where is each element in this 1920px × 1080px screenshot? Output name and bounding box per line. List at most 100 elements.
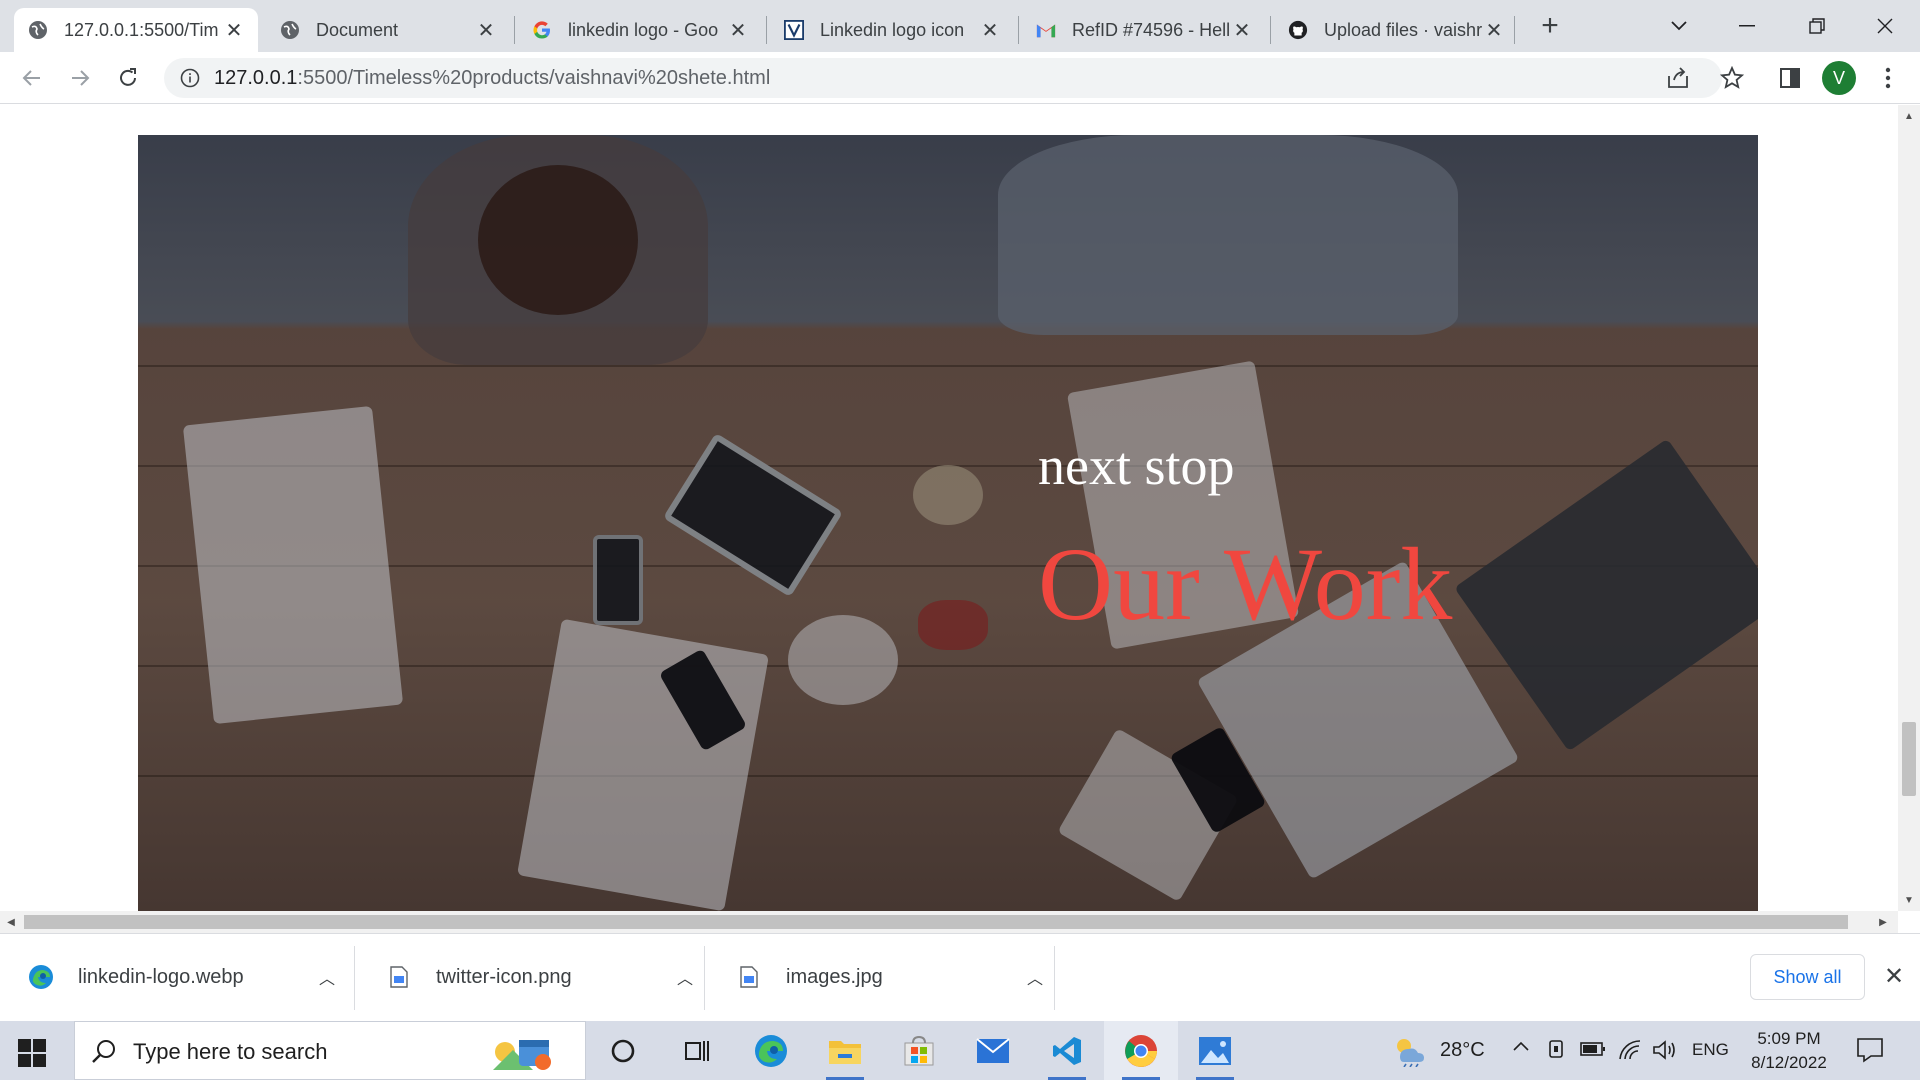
scroll-up-arrow-icon[interactable]: ▲	[1898, 105, 1920, 127]
taskbar-search-box[interactable]: Type here to search	[74, 1021, 586, 1080]
download-separator	[354, 946, 355, 1010]
weather-temperature[interactable]: 28°C	[1440, 1039, 1485, 1062]
close-icon[interactable]: ✕	[224, 20, 244, 42]
close-icon[interactable]: ✕	[1484, 20, 1504, 42]
close-icon[interactable]: ✕	[1232, 20, 1252, 42]
phone-shape	[593, 535, 643, 625]
chevron-up-icon[interactable]: ︿	[314, 965, 340, 989]
horizontal-scrollbar[interactable]: ◀ ▶	[0, 911, 1898, 933]
document-paper-shape	[182, 405, 404, 725]
back-button[interactable]	[14, 60, 50, 96]
side-panel-icon[interactable]	[1774, 62, 1806, 94]
tab-separator	[1514, 16, 1515, 44]
new-tab-button[interactable]: +	[1530, 9, 1570, 42]
scroll-right-arrow-icon[interactable]: ▶	[1872, 911, 1894, 933]
globe-icon	[28, 20, 48, 40]
download-item[interactable]: linkedin-logo.webp ︿	[0, 944, 340, 1010]
microsoft-store-icon[interactable]	[882, 1021, 956, 1080]
file-explorer-icon[interactable]	[808, 1021, 882, 1080]
tab-gmail[interactable]: RefID #74596 - Hell ✕	[1022, 8, 1266, 52]
menu-kebab-icon[interactable]	[1872, 62, 1904, 94]
horizontal-scroll-thumb[interactable]	[24, 915, 1848, 929]
hero-title: Our Work	[1038, 527, 1453, 642]
search-highlight-calendar-icon	[489, 1030, 559, 1079]
clock-time: 5:09 PM	[1757, 1029, 1821, 1048]
show-hidden-icons-chevron-up-icon[interactable]	[1512, 1039, 1530, 1058]
vscode-icon[interactable]	[1030, 1021, 1104, 1080]
bookmark-star-icon[interactable]	[1716, 62, 1748, 94]
gmail-icon	[1036, 20, 1056, 40]
tab-document[interactable]: Document ✕	[266, 8, 510, 52]
vertical-scrollbar[interactable]: ▲ ▼	[1898, 105, 1920, 911]
coffee-cup-shape	[913, 465, 983, 525]
address-bar[interactable]: 127.0.0.1:5500/Timeless%20products/vaish…	[164, 58, 1722, 98]
download-filename: twitter-icon.png	[436, 965, 572, 988]
tab-separator	[766, 16, 767, 44]
tab-title: 127.0.0.1:5500/Tim	[64, 19, 219, 40]
browser-toolbar: 127.0.0.1:5500/Timeless%20products/vaish…	[0, 52, 1920, 104]
tab-title: linkedin logo - Goo	[568, 19, 719, 40]
google-g-icon	[532, 20, 552, 40]
github-icon	[1288, 20, 1308, 40]
battery-icon[interactable]	[1580, 1041, 1606, 1062]
document-paper-shape	[517, 618, 769, 911]
minimize-button[interactable]	[1712, 0, 1782, 52]
edge-file-icon	[28, 964, 54, 990]
clock-date: 8/12/2022	[1751, 1053, 1827, 1072]
edge-browser-icon[interactable]	[734, 1021, 808, 1080]
download-separator	[704, 946, 705, 1010]
close-window-button[interactable]	[1850, 0, 1920, 52]
tab-google-search[interactable]: linkedin logo - Goo ✕	[518, 8, 762, 52]
photos-icon[interactable]	[1178, 1021, 1252, 1080]
forward-button[interactable]	[62, 60, 98, 96]
download-shelf: linkedin-logo.webp ︿ twitter-icon.png ︿ …	[0, 933, 1920, 1021]
profile-avatar[interactable]: V	[1822, 61, 1856, 95]
tab-title: Document	[316, 19, 399, 40]
input-language[interactable]: ENG	[1692, 1040, 1729, 1060]
site-info-icon[interactable]	[180, 68, 200, 93]
laptop-shape	[1454, 438, 1758, 752]
tab-title: RefID #74596 - Hell	[1072, 19, 1231, 40]
tab-search-chevron-down-icon[interactable]	[1644, 0, 1714, 52]
close-icon[interactable]: ✕	[1880, 962, 1908, 990]
chevron-up-icon[interactable]: ︿	[1022, 965, 1048, 989]
restore-button[interactable]	[1782, 0, 1852, 52]
tab-github[interactable]: Upload files · vaishr ✕	[1274, 8, 1518, 52]
tab-active[interactable]: 127.0.0.1:5500/Tim ✕	[14, 8, 258, 52]
coffee-cup-shape	[788, 615, 898, 705]
meet-now-icon[interactable]	[1546, 1038, 1566, 1067]
image-file-icon	[386, 964, 412, 990]
wifi-icon[interactable]	[1618, 1039, 1642, 1066]
scroll-left-arrow-icon[interactable]: ◀	[0, 911, 22, 933]
mail-icon[interactable]	[956, 1021, 1030, 1080]
notifications-icon[interactable]	[1856, 1037, 1884, 1068]
scroll-down-arrow-icon[interactable]: ▼	[1898, 889, 1920, 911]
chevron-up-icon[interactable]: ︿	[672, 965, 698, 989]
reload-button[interactable]	[110, 60, 146, 96]
share-icon[interactable]	[1666, 66, 1690, 95]
chrome-icon[interactable]	[1104, 1021, 1178, 1080]
search-placeholder: Type here to search	[133, 1039, 328, 1064]
close-icon[interactable]: ✕	[476, 20, 496, 42]
vertical-scroll-thumb[interactable]	[1902, 722, 1916, 796]
download-filename: images.jpg	[786, 965, 883, 988]
tab-separator	[1270, 16, 1271, 44]
volume-icon[interactable]	[1652, 1039, 1678, 1066]
cortana-icon[interactable]	[586, 1021, 660, 1080]
show-all-button[interactable]: Show all	[1750, 954, 1865, 1000]
download-item[interactable]: images.jpg ︿	[708, 944, 1048, 1010]
taskbar-clock[interactable]: 5:09 PM 8/12/2022	[1745, 1027, 1833, 1075]
tab-linkedin-icon[interactable]: Linkedin logo icon ✕	[770, 8, 1014, 52]
task-view-icon[interactable]	[660, 1021, 734, 1080]
close-icon[interactable]: ✕	[728, 20, 748, 42]
tab-strip: 127.0.0.1:5500/Tim ✕ Document ✕ linkedin…	[0, 0, 1920, 52]
vector-site-icon	[784, 20, 804, 40]
windows-start-icon[interactable]	[14, 1035, 50, 1071]
weather-icon[interactable]	[1392, 1035, 1426, 1072]
table-plank-line	[138, 365, 1758, 367]
page-viewport: next stop Our Work	[0, 105, 1898, 911]
download-item[interactable]: twitter-icon.png ︿	[358, 944, 698, 1010]
tab-title: Upload files · vaishr	[1324, 19, 1483, 40]
url-text[interactable]: 127.0.0.1:5500/Timeless%20products/vaish…	[214, 67, 770, 90]
close-icon[interactable]: ✕	[980, 20, 1000, 42]
